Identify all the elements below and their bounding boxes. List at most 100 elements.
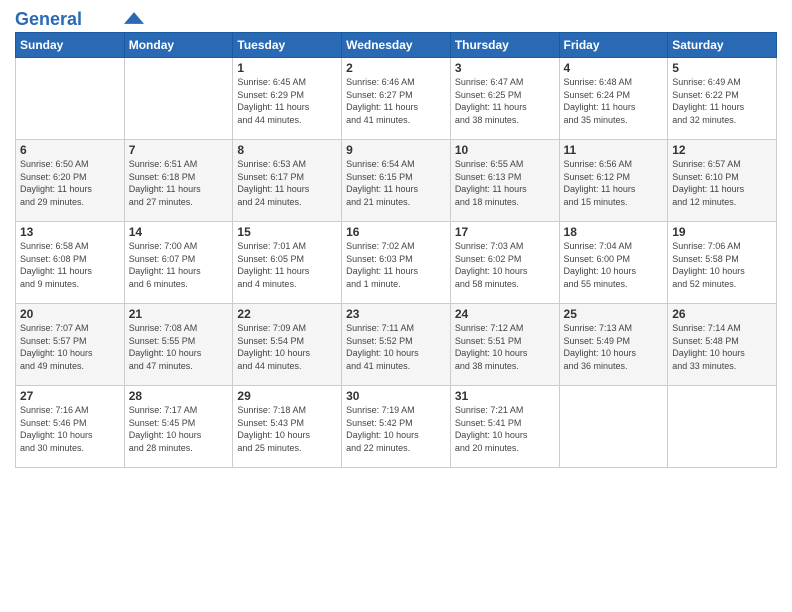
day-info: Sunrise: 7:16 AM Sunset: 5:46 PM Dayligh… bbox=[20, 404, 120, 454]
day-number: 15 bbox=[237, 225, 337, 239]
calendar-cell bbox=[559, 386, 668, 468]
day-number: 2 bbox=[346, 61, 446, 75]
day-number: 18 bbox=[564, 225, 664, 239]
day-info: Sunrise: 7:18 AM Sunset: 5:43 PM Dayligh… bbox=[237, 404, 337, 454]
calendar-cell: 30Sunrise: 7:19 AM Sunset: 5:42 PM Dayli… bbox=[342, 386, 451, 468]
calendar-cell: 18Sunrise: 7:04 AM Sunset: 6:00 PM Dayli… bbox=[559, 222, 668, 304]
calendar-cell: 28Sunrise: 7:17 AM Sunset: 5:45 PM Dayli… bbox=[124, 386, 233, 468]
calendar-cell: 2Sunrise: 6:46 AM Sunset: 6:27 PM Daylig… bbox=[342, 58, 451, 140]
day-info: Sunrise: 7:04 AM Sunset: 6:00 PM Dayligh… bbox=[564, 240, 664, 290]
calendar-cell: 3Sunrise: 6:47 AM Sunset: 6:25 PM Daylig… bbox=[450, 58, 559, 140]
day-info: Sunrise: 7:00 AM Sunset: 6:07 PM Dayligh… bbox=[129, 240, 229, 290]
day-number: 1 bbox=[237, 61, 337, 75]
calendar-cell: 9Sunrise: 6:54 AM Sunset: 6:15 PM Daylig… bbox=[342, 140, 451, 222]
calendar-cell: 10Sunrise: 6:55 AM Sunset: 6:13 PM Dayli… bbox=[450, 140, 559, 222]
calendar-cell: 1Sunrise: 6:45 AM Sunset: 6:29 PM Daylig… bbox=[233, 58, 342, 140]
col-header-wednesday: Wednesday bbox=[342, 33, 451, 58]
calendar-cell: 5Sunrise: 6:49 AM Sunset: 6:22 PM Daylig… bbox=[668, 58, 777, 140]
day-info: Sunrise: 6:53 AM Sunset: 6:17 PM Dayligh… bbox=[237, 158, 337, 208]
day-number: 20 bbox=[20, 307, 120, 321]
day-info: Sunrise: 6:45 AM Sunset: 6:29 PM Dayligh… bbox=[237, 76, 337, 126]
day-info: Sunrise: 7:19 AM Sunset: 5:42 PM Dayligh… bbox=[346, 404, 446, 454]
calendar-cell: 17Sunrise: 7:03 AM Sunset: 6:02 PM Dayli… bbox=[450, 222, 559, 304]
day-info: Sunrise: 6:54 AM Sunset: 6:15 PM Dayligh… bbox=[346, 158, 446, 208]
col-header-tuesday: Tuesday bbox=[233, 33, 342, 58]
day-number: 22 bbox=[237, 307, 337, 321]
day-info: Sunrise: 7:11 AM Sunset: 5:52 PM Dayligh… bbox=[346, 322, 446, 372]
calendar-cell: 7Sunrise: 6:51 AM Sunset: 6:18 PM Daylig… bbox=[124, 140, 233, 222]
day-info: Sunrise: 7:12 AM Sunset: 5:51 PM Dayligh… bbox=[455, 322, 555, 372]
header: General bbox=[15, 10, 777, 26]
calendar-cell: 31Sunrise: 7:21 AM Sunset: 5:41 PM Dayli… bbox=[450, 386, 559, 468]
col-header-thursday: Thursday bbox=[450, 33, 559, 58]
calendar-cell: 11Sunrise: 6:56 AM Sunset: 6:12 PM Dayli… bbox=[559, 140, 668, 222]
col-header-monday: Monday bbox=[124, 33, 233, 58]
day-number: 21 bbox=[129, 307, 229, 321]
day-info: Sunrise: 7:09 AM Sunset: 5:54 PM Dayligh… bbox=[237, 322, 337, 372]
day-number: 28 bbox=[129, 389, 229, 403]
calendar-cell: 23Sunrise: 7:11 AM Sunset: 5:52 PM Dayli… bbox=[342, 304, 451, 386]
col-header-sunday: Sunday bbox=[16, 33, 125, 58]
week-row-1: 1Sunrise: 6:45 AM Sunset: 6:29 PM Daylig… bbox=[16, 58, 777, 140]
calendar-table: SundayMondayTuesdayWednesdayThursdayFrid… bbox=[15, 32, 777, 468]
day-number: 24 bbox=[455, 307, 555, 321]
day-number: 29 bbox=[237, 389, 337, 403]
calendar-cell: 4Sunrise: 6:48 AM Sunset: 6:24 PM Daylig… bbox=[559, 58, 668, 140]
logo-icon bbox=[124, 12, 144, 24]
calendar-cell: 22Sunrise: 7:09 AM Sunset: 5:54 PM Dayli… bbox=[233, 304, 342, 386]
day-number: 6 bbox=[20, 143, 120, 157]
calendar-cell bbox=[668, 386, 777, 468]
col-header-saturday: Saturday bbox=[668, 33, 777, 58]
day-info: Sunrise: 7:02 AM Sunset: 6:03 PM Dayligh… bbox=[346, 240, 446, 290]
day-number: 25 bbox=[564, 307, 664, 321]
day-number: 7 bbox=[129, 143, 229, 157]
day-info: Sunrise: 6:47 AM Sunset: 6:25 PM Dayligh… bbox=[455, 76, 555, 126]
calendar-cell: 26Sunrise: 7:14 AM Sunset: 5:48 PM Dayli… bbox=[668, 304, 777, 386]
calendar-cell bbox=[124, 58, 233, 140]
day-number: 26 bbox=[672, 307, 772, 321]
day-info: Sunrise: 6:50 AM Sunset: 6:20 PM Dayligh… bbox=[20, 158, 120, 208]
day-number: 17 bbox=[455, 225, 555, 239]
week-row-3: 13Sunrise: 6:58 AM Sunset: 6:08 PM Dayli… bbox=[16, 222, 777, 304]
calendar-cell: 27Sunrise: 7:16 AM Sunset: 5:46 PM Dayli… bbox=[16, 386, 125, 468]
calendar-cell: 14Sunrise: 7:00 AM Sunset: 6:07 PM Dayli… bbox=[124, 222, 233, 304]
calendar-cell: 16Sunrise: 7:02 AM Sunset: 6:03 PM Dayli… bbox=[342, 222, 451, 304]
calendar-cell: 21Sunrise: 7:08 AM Sunset: 5:55 PM Dayli… bbox=[124, 304, 233, 386]
logo-text: General bbox=[15, 10, 82, 28]
day-info: Sunrise: 6:51 AM Sunset: 6:18 PM Dayligh… bbox=[129, 158, 229, 208]
day-number: 4 bbox=[564, 61, 664, 75]
calendar-cell: 25Sunrise: 7:13 AM Sunset: 5:49 PM Dayli… bbox=[559, 304, 668, 386]
day-info: Sunrise: 7:21 AM Sunset: 5:41 PM Dayligh… bbox=[455, 404, 555, 454]
day-number: 10 bbox=[455, 143, 555, 157]
day-number: 23 bbox=[346, 307, 446, 321]
calendar-cell: 24Sunrise: 7:12 AM Sunset: 5:51 PM Dayli… bbox=[450, 304, 559, 386]
calendar-cell: 15Sunrise: 7:01 AM Sunset: 6:05 PM Dayli… bbox=[233, 222, 342, 304]
day-info: Sunrise: 7:03 AM Sunset: 6:02 PM Dayligh… bbox=[455, 240, 555, 290]
calendar-cell: 13Sunrise: 6:58 AM Sunset: 6:08 PM Dayli… bbox=[16, 222, 125, 304]
day-number: 27 bbox=[20, 389, 120, 403]
day-info: Sunrise: 6:49 AM Sunset: 6:22 PM Dayligh… bbox=[672, 76, 772, 126]
day-number: 30 bbox=[346, 389, 446, 403]
day-info: Sunrise: 6:57 AM Sunset: 6:10 PM Dayligh… bbox=[672, 158, 772, 208]
day-info: Sunrise: 6:48 AM Sunset: 6:24 PM Dayligh… bbox=[564, 76, 664, 126]
day-number: 8 bbox=[237, 143, 337, 157]
page-container: General SundayMondayTuesdayWednesdayThur… bbox=[0, 0, 792, 478]
week-row-5: 27Sunrise: 7:16 AM Sunset: 5:46 PM Dayli… bbox=[16, 386, 777, 468]
week-row-2: 6Sunrise: 6:50 AM Sunset: 6:20 PM Daylig… bbox=[16, 140, 777, 222]
day-number: 12 bbox=[672, 143, 772, 157]
day-number: 9 bbox=[346, 143, 446, 157]
day-info: Sunrise: 7:17 AM Sunset: 5:45 PM Dayligh… bbox=[129, 404, 229, 454]
calendar-cell: 20Sunrise: 7:07 AM Sunset: 5:57 PM Dayli… bbox=[16, 304, 125, 386]
calendar-cell: 6Sunrise: 6:50 AM Sunset: 6:20 PM Daylig… bbox=[16, 140, 125, 222]
day-info: Sunrise: 7:13 AM Sunset: 5:49 PM Dayligh… bbox=[564, 322, 664, 372]
day-number: 16 bbox=[346, 225, 446, 239]
day-info: Sunrise: 7:08 AM Sunset: 5:55 PM Dayligh… bbox=[129, 322, 229, 372]
calendar-cell: 12Sunrise: 6:57 AM Sunset: 6:10 PM Dayli… bbox=[668, 140, 777, 222]
calendar-cell bbox=[16, 58, 125, 140]
header-row: SundayMondayTuesdayWednesdayThursdayFrid… bbox=[16, 33, 777, 58]
day-number: 13 bbox=[20, 225, 120, 239]
calendar-cell: 8Sunrise: 6:53 AM Sunset: 6:17 PM Daylig… bbox=[233, 140, 342, 222]
day-info: Sunrise: 6:55 AM Sunset: 6:13 PM Dayligh… bbox=[455, 158, 555, 208]
day-info: Sunrise: 6:56 AM Sunset: 6:12 PM Dayligh… bbox=[564, 158, 664, 208]
day-info: Sunrise: 6:58 AM Sunset: 6:08 PM Dayligh… bbox=[20, 240, 120, 290]
